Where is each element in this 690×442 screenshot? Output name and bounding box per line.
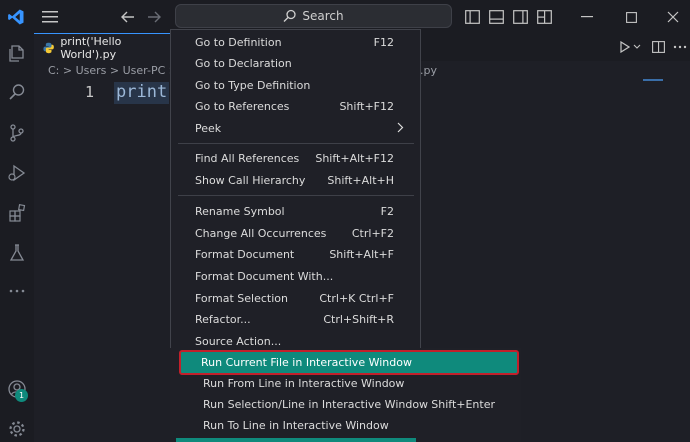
chevron-right-icon: [397, 122, 404, 133]
manage-gear-icon[interactable]: [5, 417, 29, 441]
menu-item-label: Show Call Hierarchy: [195, 173, 306, 187]
search-icon: [283, 9, 297, 22]
menu-item-change-all-occurrences[interactable]: Change All Occurrences Ctrl+F2: [171, 223, 420, 243]
search-label: Search: [302, 9, 344, 23]
menu-item-label: Go to Type Definition: [195, 78, 311, 92]
menu-item-label: Go to Definition: [195, 35, 282, 49]
run-dropdown-chevron-icon[interactable]: [632, 39, 642, 55]
source-control-icon[interactable]: [5, 121, 29, 145]
split-editor-icon[interactable]: [650, 39, 666, 55]
activity-bar: 1: [0, 33, 34, 442]
minimize-window-icon[interactable]: [578, 8, 596, 26]
run-python-file-icon[interactable]: [617, 39, 633, 55]
menu-item-run-current-file-interactive[interactable]: Run Current File in Interactive Window: [179, 350, 519, 375]
menu-icon[interactable]: [40, 7, 60, 27]
menu-item-label: Run From Line in Interactive Window: [203, 376, 405, 390]
extensions-icon[interactable]: [5, 201, 29, 225]
toggle-panel-icon[interactable]: [487, 8, 505, 26]
menu-item-label: Source Action...: [195, 334, 282, 348]
toggle-primary-sidebar-icon[interactable]: [463, 8, 481, 26]
menu-item-label: Run Selection/Line in Interactive Window: [203, 397, 429, 411]
maximize-window-icon[interactable]: [622, 8, 640, 26]
vscode-logo-icon[interactable]: [6, 7, 26, 27]
menu-item-shortcut: F2: [380, 204, 394, 218]
menu-item-label: Format Document With...: [195, 269, 334, 283]
minimap[interactable]: [643, 79, 663, 81]
command-center-search[interactable]: Search: [175, 4, 452, 28]
menu-item-go-to-definition[interactable]: Go to Definition F12: [171, 32, 420, 52]
menu-item-row: Run Current File in Interactive Window: [179, 352, 519, 373]
menu-item-shortcut: Shift+Enter: [431, 397, 495, 411]
menu-item-label: Peek: [195, 121, 222, 135]
menu-item-go-to-declaration[interactable]: Go to Declaration: [171, 53, 420, 73]
menu-item-format-document[interactable]: Format Document Shift+Alt+F: [171, 244, 420, 264]
explorer-icon[interactable]: [5, 41, 29, 65]
menu-item-shortcut: Shift+Alt+F: [329, 247, 394, 261]
menu-item-label: Go to Declaration: [195, 56, 292, 70]
menu-item-peek[interactable]: Peek: [171, 118, 420, 138]
back-arrow-icon[interactable]: [118, 7, 138, 27]
tab-title: print('Hello World').py: [60, 34, 122, 61]
menu-item-label: Refactor...: [195, 312, 251, 326]
menu-item-shortcut: Shift+Alt+H: [327, 173, 394, 187]
menu-item-shortcut: Shift+Alt+F12: [315, 151, 394, 165]
menu-item-format-document-with[interactable]: Format Document With...: [171, 266, 420, 286]
menu-item-go-to-references[interactable]: Go to References Shift+F12: [171, 96, 420, 116]
menu-item-find-all-references[interactable]: Find All References Shift+Alt+F12: [171, 148, 420, 168]
menu-item-label: Go to References: [195, 99, 290, 113]
more-actions-icon[interactable]: [672, 39, 688, 55]
menu-item-shortcut: F12: [373, 35, 394, 49]
breadcrumb[interactable]: C: > Users > User-PC > D: [48, 64, 190, 77]
menu-item-shortcut: Ctrl+K Ctrl+F: [319, 291, 394, 305]
menu-item-shortcut: Ctrl+Shift+R: [323, 312, 394, 326]
menu-item-go-to-type-definition[interactable]: Go to Type Definition: [171, 75, 420, 95]
menu-item-label: Rename Symbol: [195, 204, 285, 218]
python-file-icon: [43, 42, 54, 53]
menu-separator: [178, 143, 414, 144]
menu-item-show-call-hierarchy[interactable]: Show Call Hierarchy Shift+Alt+H: [171, 170, 420, 190]
menu-item-run-from-line[interactable]: Run From Line in Interactive Window: [170, 372, 521, 394]
accounts-badge: 1: [15, 389, 28, 402]
search-icon[interactable]: [5, 80, 29, 104]
menu-item-shortcut: Ctrl+F2: [351, 226, 394, 240]
menu-item-label: Find All References: [195, 151, 300, 165]
menu-item-label: Run Current File in Interactive Window: [201, 356, 412, 369]
run-and-debug-icon[interactable]: [5, 161, 29, 185]
editor-tab-hello-world[interactable]: print('Hello World').py: [34, 33, 174, 61]
menu-separator: [178, 195, 414, 196]
toggle-secondary-sidebar-icon[interactable]: [511, 8, 529, 26]
breadcrumb-file[interactable]: .py: [420, 64, 437, 77]
customize-layout-icon[interactable]: [535, 8, 553, 26]
menu-item-run-to-line[interactable]: Run To Line in Interactive Window: [170, 414, 521, 436]
menu-item-label: Format Selection: [195, 291, 288, 305]
menu-item-label: Change All Occurrences: [195, 226, 327, 240]
menu-item-refactor[interactable]: Refactor... Ctrl+Shift+R: [171, 309, 420, 329]
menu-item-format-selection[interactable]: Format Selection Ctrl+K Ctrl+F: [171, 288, 420, 308]
code-text[interactable]: print: [114, 82, 170, 104]
menu-item-run-selection-line[interactable]: Run Selection/Line in Interactive Window…: [170, 393, 521, 415]
menu-item-label: Format Document: [195, 247, 295, 261]
menu-item-rename-symbol[interactable]: Rename Symbol F2: [171, 201, 420, 221]
scroll-accent-bar: [176, 438, 416, 442]
testing-flask-icon[interactable]: [5, 241, 29, 265]
line-number: 1: [84, 83, 94, 101]
menu-item-label: Run To Line in Interactive Window: [203, 418, 389, 432]
forward-arrow-icon[interactable]: [144, 7, 164, 27]
menu-item-shortcut: Shift+F12: [339, 99, 394, 113]
more-icon[interactable]: [5, 279, 29, 303]
close-window-icon[interactable]: [664, 8, 682, 26]
